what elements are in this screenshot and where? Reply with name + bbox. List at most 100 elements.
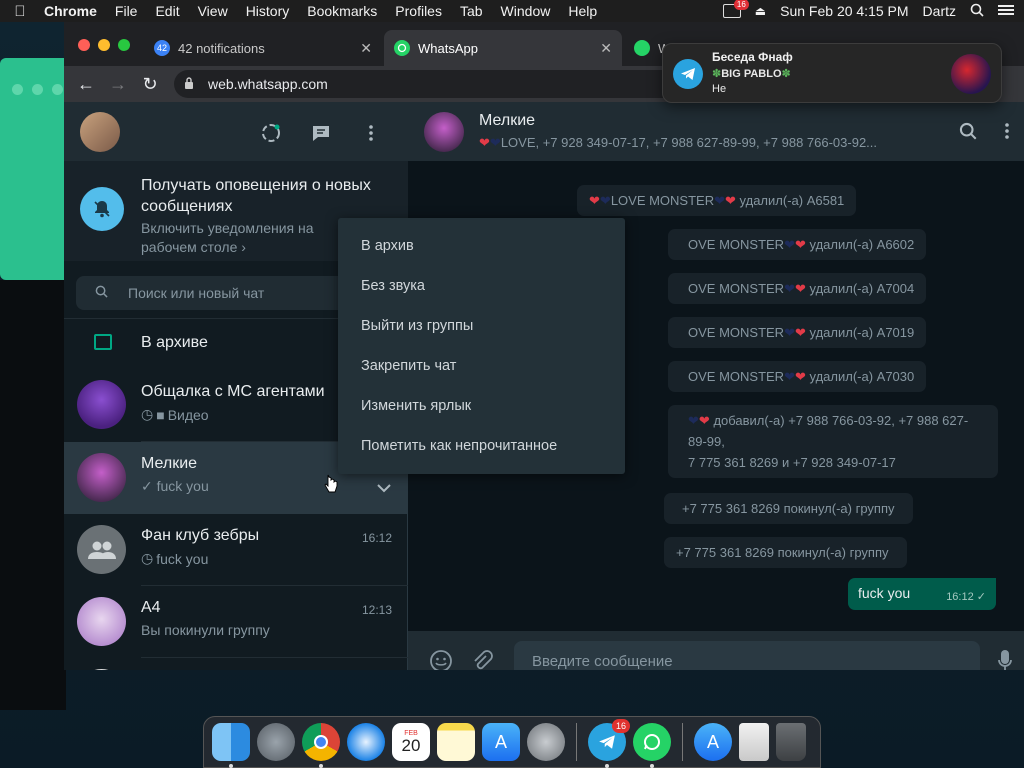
tab-whatsapp[interactable]: WhatsApp ✕ [384, 30, 622, 66]
group-avatar[interactable] [424, 112, 464, 152]
calendar-icon[interactable]: FEB 20 [392, 723, 430, 761]
members-text: LOVE, +7 928 349-07-17, +7 988 627-89-99… [500, 135, 878, 150]
system-message-suffix: удалил(-а) А7004 [809, 281, 915, 296]
user-name[interactable]: Dartz [923, 3, 956, 19]
clock[interactable]: Sun Feb 20 4:15 PM [780, 3, 908, 19]
background-window[interactable] [0, 58, 66, 280]
lock-icon[interactable] [184, 76, 198, 92]
search-icon [76, 285, 126, 301]
app-store-icon[interactable]: A [482, 723, 520, 761]
menu-kebab-icon[interactable] [360, 122, 382, 144]
chat-preview-text: fuck you [156, 550, 209, 567]
chat-time: 12:13 [361, 603, 392, 617]
launchpad-icon[interactable] [257, 723, 295, 761]
notes-icon[interactable] [437, 723, 475, 761]
notify-link[interactable]: Включить уведомления на рабочем столе › [141, 219, 371, 257]
emoji-icon[interactable] [429, 649, 453, 670]
menu-tab[interactable]: Tab [451, 3, 492, 19]
menu-file[interactable]: File [106, 3, 147, 19]
trash-icon[interactable] [776, 723, 806, 761]
apple-menu-icon[interactable]:  [0, 3, 40, 20]
menu-item-edit-label[interactable]: Изменить ярлык [338, 386, 625, 426]
chat-preview: ◷ ■ Видео [141, 406, 209, 423]
eject-icon[interactable]: ⏏ [755, 4, 766, 18]
address-bar[interactable]: web.whatsapp.com [174, 70, 734, 98]
forward-button[interactable]: → [102, 74, 134, 95]
close-tab-icon[interactable]: ✕ [360, 40, 372, 57]
system-message-suffix: удалил(-а) А6581 [739, 193, 845, 208]
chrome-icon[interactable] [302, 723, 340, 768]
reload-button[interactable]: ↻ [134, 74, 166, 95]
menu-edit[interactable]: Edit [146, 3, 188, 19]
dark-heart-icon: ❤ [784, 369, 795, 384]
system-preferences-icon[interactable] [527, 723, 565, 761]
chat-divider [141, 657, 408, 658]
control-center-icon[interactable] [998, 3, 1014, 19]
microphone-icon[interactable] [998, 649, 1012, 670]
menu-item-exit-group[interactable]: Выйти из группы [338, 306, 625, 346]
added-text-2: 7 775 361 8269 и +7 928 349-07-17 [688, 455, 896, 470]
notify-title: Получать оповещения о новых сообщениях [141, 177, 371, 215]
timer-icon: ◷ [141, 550, 154, 566]
chevron-down-icon[interactable] [376, 480, 392, 498]
attach-icon[interactable] [471, 649, 493, 670]
dock: FEB 20 A 16 A [203, 716, 821, 768]
profile-avatar[interactable] [80, 112, 120, 152]
message-input[interactable] [530, 651, 950, 670]
chat-preview: ◷ fuck you [141, 550, 208, 567]
downloads-icon[interactable] [739, 723, 769, 761]
notification-status-icon[interactable]: 16 [722, 0, 749, 18]
menu-kebab-icon[interactable] [1005, 123, 1009, 144]
background-window-dark [0, 280, 66, 710]
notification-sender: ✽BIG PABLO✽ [712, 67, 791, 80]
search-icon[interactable] [959, 122, 977, 145]
menubar-status-area: 16 ⏏ Sun Feb 20 4:15 PM Dartz [722, 0, 1014, 22]
telegram-icon[interactable]: 16 [588, 719, 630, 768]
menu-item-archive[interactable]: В архив [338, 226, 625, 266]
menu-history[interactable]: History [237, 3, 299, 19]
menu-bookmarks[interactable]: Bookmarks [298, 3, 386, 19]
menu-item-mark-unread[interactable]: Пометить как непрочитанное [338, 426, 625, 466]
telegram-notification[interactable]: Беседа Фнаф ✽BIG PABLO✽ Не [662, 43, 1002, 103]
menu-app-name[interactable]: Chrome [40, 3, 106, 19]
status-icon[interactable] [260, 122, 282, 144]
whatsapp-icon[interactable] [633, 723, 671, 768]
close-tab-icon[interactable]: ✕ [600, 40, 612, 57]
app-store-folder-icon[interactable]: A [694, 723, 732, 761]
chat-avatar [77, 453, 126, 502]
conversation-members: ❤❤LOVE, +7 928 349-07-17, +7 988 627-89-… [479, 135, 939, 151]
menu-profiles[interactable]: Profiles [386, 3, 451, 19]
message-box[interactable] [514, 641, 980, 670]
back-button[interactable]: ← [70, 74, 102, 95]
menu-help[interactable]: Help [559, 3, 606, 19]
menu-window[interactable]: Window [492, 3, 560, 19]
menu-view[interactable]: View [189, 3, 237, 19]
chat-item[interactable]: Фан клуб зебры 16:12 ◷ fuck you [64, 514, 408, 586]
minimize-window-button[interactable] [98, 39, 110, 51]
window-controls [78, 39, 130, 51]
system-message-text: OVE MONSTER [688, 325, 785, 340]
group-avatar-icon [77, 525, 126, 574]
read-check-icon: ✓ [976, 591, 986, 603]
new-chat-icon[interactable] [310, 122, 332, 144]
chat-preview: ✓ fuck you [141, 478, 209, 494]
zoom-window-button[interactable] [118, 39, 130, 51]
message-text: fuck you [858, 585, 911, 601]
outgoing-message[interactable]: fuck you 16:12 ✓ [848, 578, 996, 610]
safari-icon[interactable] [347, 723, 385, 761]
added-text-1: добавил(-а) +7 988 766-03-92, +7 988 627… [688, 413, 969, 449]
conversation-header[interactable]: Мелкие ❤❤LOVE, +7 928 349-07-17, +7 988 … [408, 102, 1024, 161]
menu-item-mute[interactable]: Без звука [338, 266, 625, 306]
chat-preview-text: Видео [167, 406, 209, 423]
system-message-suffix: удалил(-а) А7030 [809, 369, 915, 384]
menu-item-pin[interactable]: Закрепить чат [338, 346, 625, 386]
system-message-text: OVE MONSTER [688, 281, 785, 296]
whatsapp-favicon-icon [394, 40, 410, 56]
tab-notifications[interactable]: 42 42 notifications ✕ [144, 30, 382, 66]
finder-icon[interactable] [212, 723, 250, 768]
spotlight-search-icon[interactable] [970, 3, 984, 20]
system-message-suffix: удалил(-а) А7019 [809, 325, 915, 340]
close-window-button[interactable] [78, 39, 90, 51]
chat-item[interactable]: А4 12:13 Вы покинули группу [64, 586, 408, 658]
notification-sender-text: BIG PABLO [721, 68, 782, 80]
